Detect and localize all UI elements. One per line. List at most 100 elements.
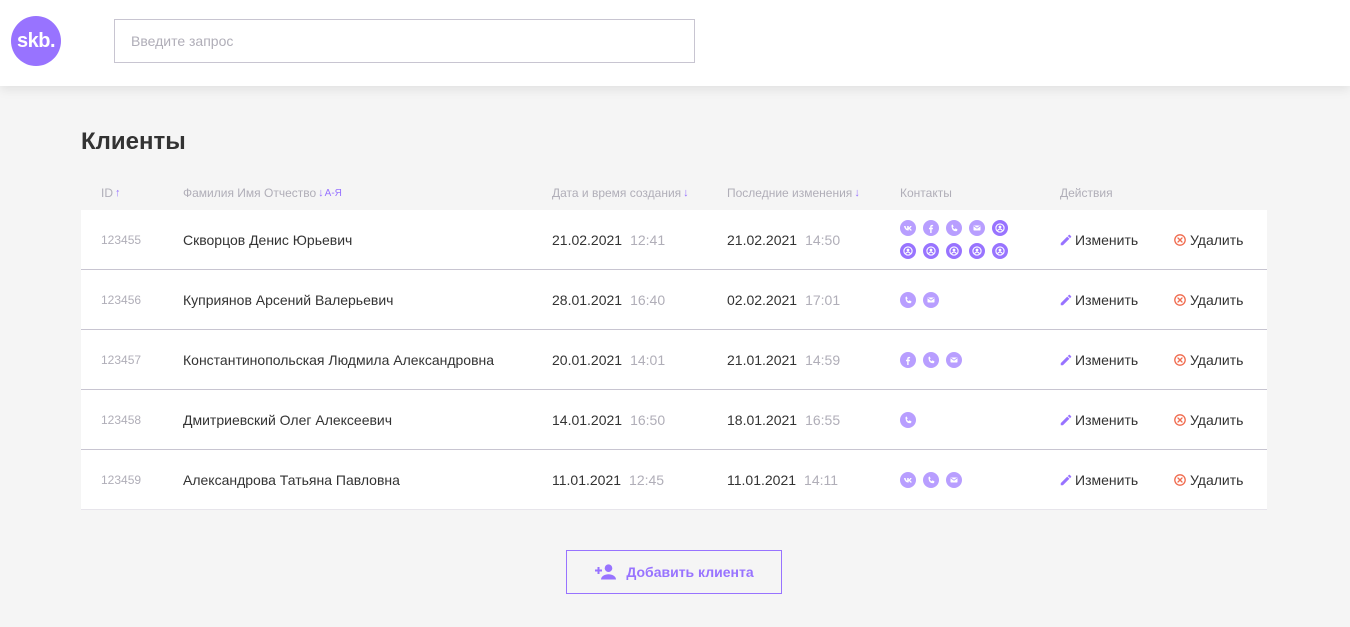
column-header-id[interactable]: ID ↑: [101, 186, 121, 200]
facebook-icon[interactable]: [900, 351, 916, 368]
column-header-updated-label: Последние изменения: [727, 186, 853, 200]
mail-icon[interactable]: [946, 471, 962, 488]
delete-label: Удалить: [1190, 291, 1244, 308]
table-row: 123459 Александрова Татьяна Павловна 11.…: [81, 450, 1267, 510]
phone-icon[interactable]: [923, 351, 939, 368]
pencil-icon: [1059, 293, 1073, 307]
updated-time: 14:11: [804, 471, 839, 488]
delete-label: Удалить: [1190, 411, 1244, 428]
updated-time: 14:50: [805, 231, 841, 248]
created-time: 12:45: [629, 471, 665, 488]
delete-button[interactable]: Удалить: [1174, 330, 1243, 389]
vk-icon[interactable]: [900, 220, 916, 236]
edit-button[interactable]: Изменить: [1059, 390, 1138, 449]
vk-icon[interactable]: [900, 471, 916, 488]
table-row: 123457 Константинопольская Людмила Алекс…: [81, 330, 1267, 390]
edit-label: Изменить: [1075, 471, 1139, 488]
delete-button[interactable]: Удалить: [1174, 270, 1243, 329]
created-date: 20.01.2021: [552, 351, 623, 368]
column-header-actions: Действия: [1060, 186, 1113, 200]
user-contact-icon[interactable]: [969, 243, 985, 259]
mail-icon[interactable]: [969, 220, 985, 236]
cancel-circle-icon: [1174, 233, 1186, 246]
column-header-created[interactable]: Дата и время создания ↓: [552, 186, 689, 200]
app-header: skb.: [0, 0, 1350, 86]
created-datetime: 14.01.2021 16:50: [552, 390, 665, 449]
add-client-button[interactable]: Добавить клиента: [566, 550, 782, 594]
column-header-updated[interactable]: Последние изменения ↓: [727, 186, 860, 200]
facebook-icon[interactable]: [923, 220, 939, 236]
pencil-icon: [1059, 233, 1073, 247]
client-name: Константинопольская Людмила Александровн…: [183, 351, 495, 368]
client-id: 123455: [101, 232, 142, 247]
logo[interactable]: skb.: [11, 16, 61, 66]
mail-icon[interactable]: [923, 291, 939, 308]
updated-date: 02.02.2021: [727, 291, 798, 308]
cancel-circle-icon: [1174, 293, 1186, 306]
edit-button[interactable]: Изменить: [1059, 330, 1138, 389]
delete-button[interactable]: Удалить: [1174, 450, 1243, 509]
edit-label: Изменить: [1075, 351, 1139, 368]
column-header-created-label: Дата и время создания: [552, 186, 682, 200]
sort-hint-label: А-Я: [324, 187, 342, 199]
phone-icon[interactable]: [923, 471, 939, 488]
contacts-list: [900, 210, 1030, 269]
edit-button[interactable]: Изменить: [1059, 210, 1138, 269]
mail-icon[interactable]: [946, 351, 962, 368]
edit-label: Изменить: [1075, 231, 1139, 248]
sort-arrow-down-icon: ↓: [854, 187, 860, 199]
client-name: Куприянов Арсений Валерьевич: [183, 291, 394, 308]
client-name: Скворцов Денис Юрьевич: [183, 231, 353, 248]
updated-date: 18.01.2021: [727, 411, 798, 428]
updated-datetime: 11.01.2021 14:11: [727, 450, 838, 509]
client-id: 123458: [101, 412, 142, 427]
updated-datetime: 02.02.2021 17:01: [727, 270, 840, 329]
updated-datetime: 18.01.2021 16:55: [727, 390, 840, 449]
client-id: 123457: [101, 352, 142, 367]
user-contact-icon[interactable]: [900, 243, 916, 259]
clients-table-body: 123455 Скворцов Денис Юрьевич 21.02.2021…: [81, 210, 1267, 510]
edit-button[interactable]: Изменить: [1059, 450, 1138, 509]
created-datetime: 21.02.2021 12:41: [552, 210, 665, 269]
delete-button[interactable]: Удалить: [1174, 390, 1243, 449]
created-time: 14:01: [630, 351, 666, 368]
contacts-list: [900, 450, 1030, 509]
contacts-list: [900, 330, 1030, 389]
user-contact-icon[interactable]: [992, 243, 1008, 259]
delete-button[interactable]: Удалить: [1174, 210, 1243, 269]
table-row: 123455 Скворцов Денис Юрьевич 21.02.2021…: [81, 210, 1267, 270]
sort-arrow-down-icon: ↓: [318, 187, 324, 199]
edit-label: Изменить: [1075, 291, 1139, 308]
user-contact-icon[interactable]: [923, 243, 939, 259]
phone-icon[interactable]: [900, 411, 916, 428]
column-header-id-label: ID: [101, 186, 113, 200]
user-contact-icon[interactable]: [992, 220, 1008, 236]
cancel-circle-icon: [1174, 413, 1186, 426]
edit-label: Изменить: [1075, 411, 1139, 428]
pencil-icon: [1059, 353, 1073, 367]
table-row: 123456 Куприянов Арсений Валерьевич 28.0…: [81, 270, 1267, 330]
table-header: ID ↑ Фамилия Имя Отчество ↓ А-Я Дата и в…: [81, 186, 1267, 202]
updated-time: 17:01: [805, 291, 841, 308]
phone-icon[interactable]: [900, 291, 916, 308]
updated-date: 11.01.2021: [727, 471, 797, 488]
cancel-circle-icon: [1174, 353, 1186, 366]
phone-icon[interactable]: [946, 220, 962, 236]
cancel-circle-icon: [1174, 473, 1186, 486]
table-row: 123458 Дмитриевский Олег Алексеевич 14.0…: [81, 390, 1267, 450]
pencil-icon: [1059, 413, 1073, 427]
created-date: 14.01.2021: [552, 411, 623, 428]
search-input[interactable]: [114, 19, 695, 63]
page-title: Клиенты: [81, 128, 186, 155]
client-id: 123456: [101, 292, 142, 307]
column-header-name[interactable]: Фамилия Имя Отчество ↓ А-Я: [183, 186, 342, 200]
edit-button[interactable]: Изменить: [1059, 270, 1138, 329]
client-name: Дмитриевский Олег Алексеевич: [183, 411, 393, 428]
sort-arrow-up-icon: ↑: [115, 187, 121, 199]
updated-date: 21.02.2021: [727, 231, 798, 248]
updated-datetime: 21.02.2021 14:50: [727, 210, 840, 269]
column-header-name-label: Фамилия Имя Отчество: [183, 186, 317, 200]
created-datetime: 28.01.2021 16:40: [552, 270, 665, 329]
created-time: 12:41: [630, 231, 666, 248]
user-contact-icon[interactable]: [946, 243, 962, 259]
